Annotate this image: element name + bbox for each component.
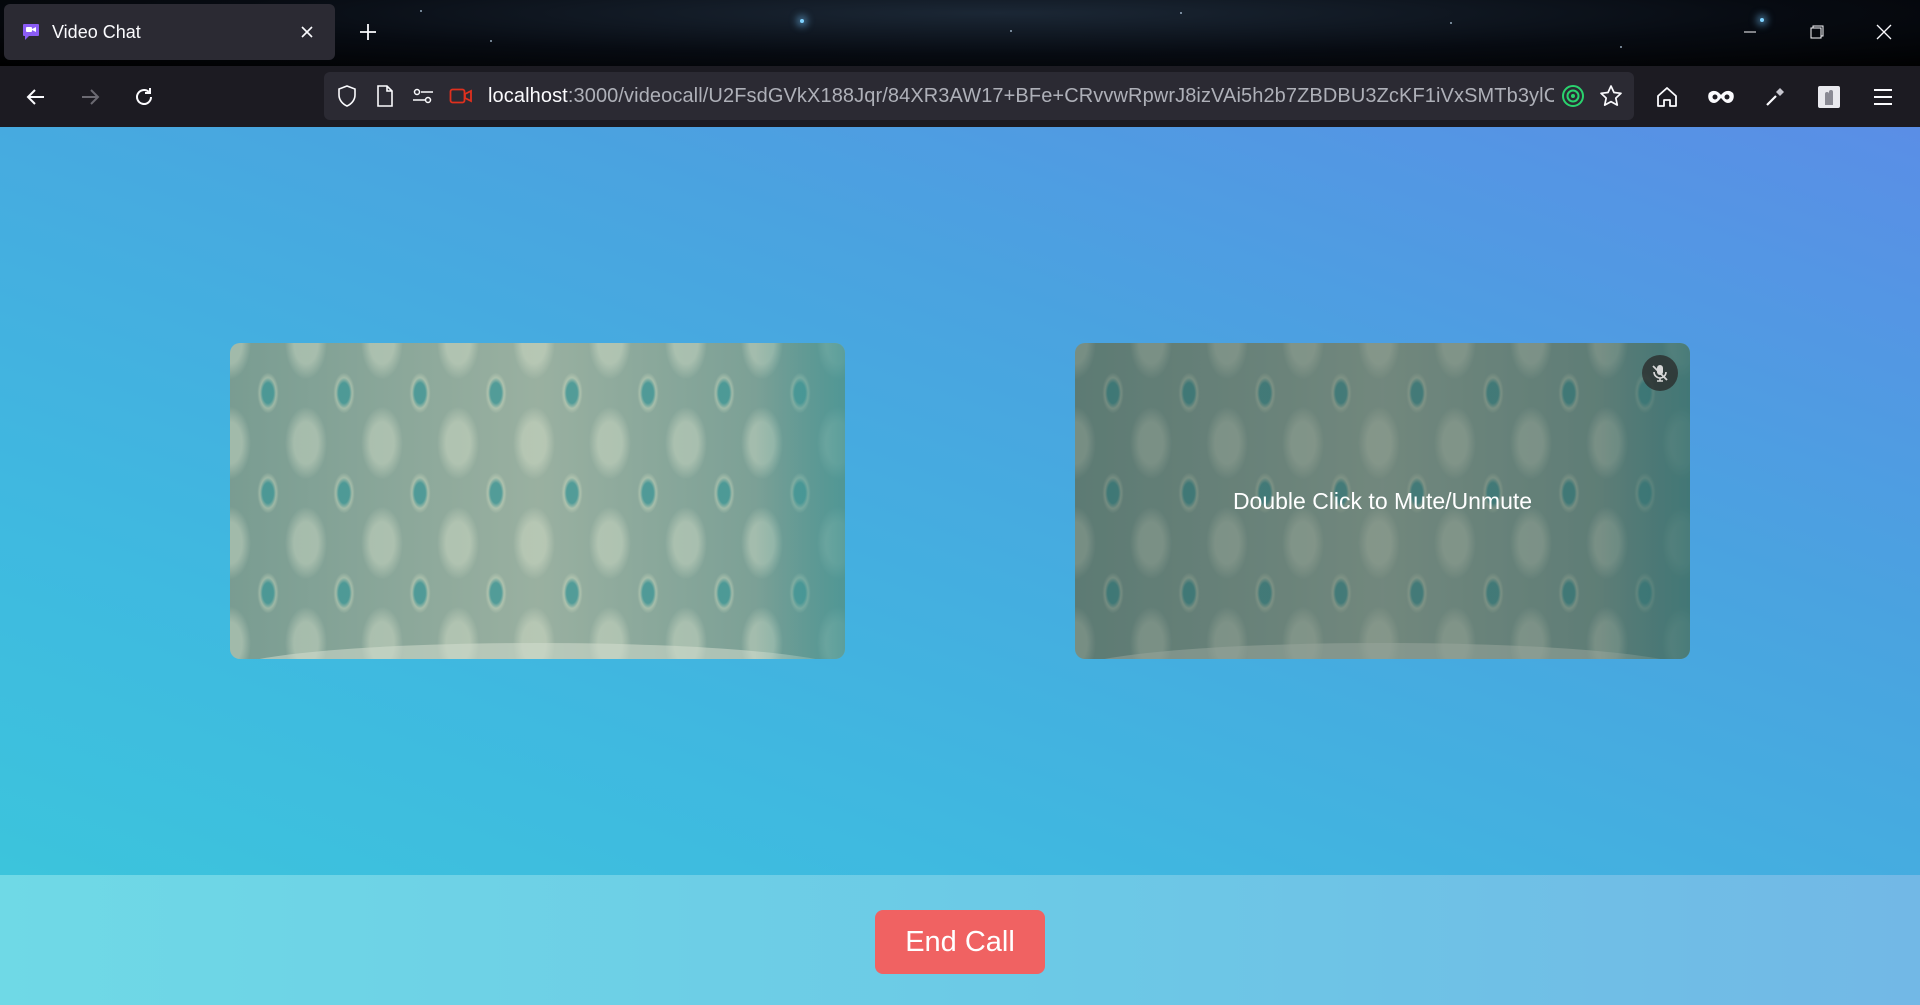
shield-icon[interactable] — [328, 72, 366, 120]
page-icon[interactable] — [366, 72, 404, 120]
background-star — [1180, 12, 1182, 14]
mask-icon[interactable] — [1702, 78, 1740, 116]
camera-icon[interactable] — [442, 72, 480, 120]
video-chat-favicon-icon — [20, 21, 42, 43]
background-star — [1450, 22, 1452, 24]
restore-icon[interactable] — [1795, 14, 1839, 50]
permissions-icon[interactable] — [404, 72, 442, 120]
tab-title: Video Chat — [52, 21, 141, 42]
back-icon[interactable] — [17, 78, 55, 116]
video-floor-shape — [230, 643, 845, 659]
eyedropper-icon[interactable] — [1756, 78, 1794, 116]
microphone-muted-icon[interactable] — [1642, 355, 1678, 391]
bookmark-star-icon[interactable] — [1592, 72, 1630, 120]
url-host: localhost — [488, 84, 568, 107]
local-video[interactable] — [230, 343, 845, 659]
reload-icon[interactable] — [125, 78, 163, 116]
call-controls-bar: End Call — [0, 875, 1920, 1005]
tracking-icon[interactable] — [1554, 72, 1592, 120]
url-path: :3000/videocall/U2FsdGVkX188Jqr/84XR3AW1… — [567, 84, 1554, 107]
video-call-stage: Double Click to Mute/Unmute — [0, 127, 1920, 875]
close-window-icon[interactable] — [1862, 14, 1906, 50]
forward-icon[interactable] — [71, 78, 109, 116]
background-star — [1010, 30, 1012, 32]
remote-video[interactable]: Double Click to Mute/Unmute — [1075, 343, 1690, 659]
tab-close-icon[interactable] — [289, 14, 325, 50]
navigation-toolbar: localhost:3000/videocall/U2FsdGVkX188Jqr… — [0, 66, 1920, 127]
tab-video-chat[interactable]: Video Chat — [4, 4, 335, 60]
background-star — [1620, 46, 1622, 48]
tab-strip: Video Chat — [0, 0, 1920, 66]
extension-icon[interactable] — [1810, 78, 1848, 116]
minimize-icon[interactable] — [1728, 14, 1772, 50]
mute-hint-text: Double Click to Mute/Unmute — [1232, 487, 1533, 514]
background-star — [800, 19, 804, 23]
background-star — [420, 10, 422, 12]
menu-icon[interactable] — [1864, 78, 1902, 116]
new-tab-plus-icon[interactable] — [350, 14, 386, 50]
home-icon[interactable] — [1648, 78, 1686, 116]
background-star — [490, 40, 492, 42]
end-call-button[interactable]: End Call — [875, 910, 1045, 974]
address-bar[interactable]: localhost:3000/videocall/U2FsdGVkX188Jqr… — [324, 72, 1634, 120]
url-text[interactable]: localhost:3000/videocall/U2FsdGVkX188Jqr… — [488, 85, 1554, 108]
